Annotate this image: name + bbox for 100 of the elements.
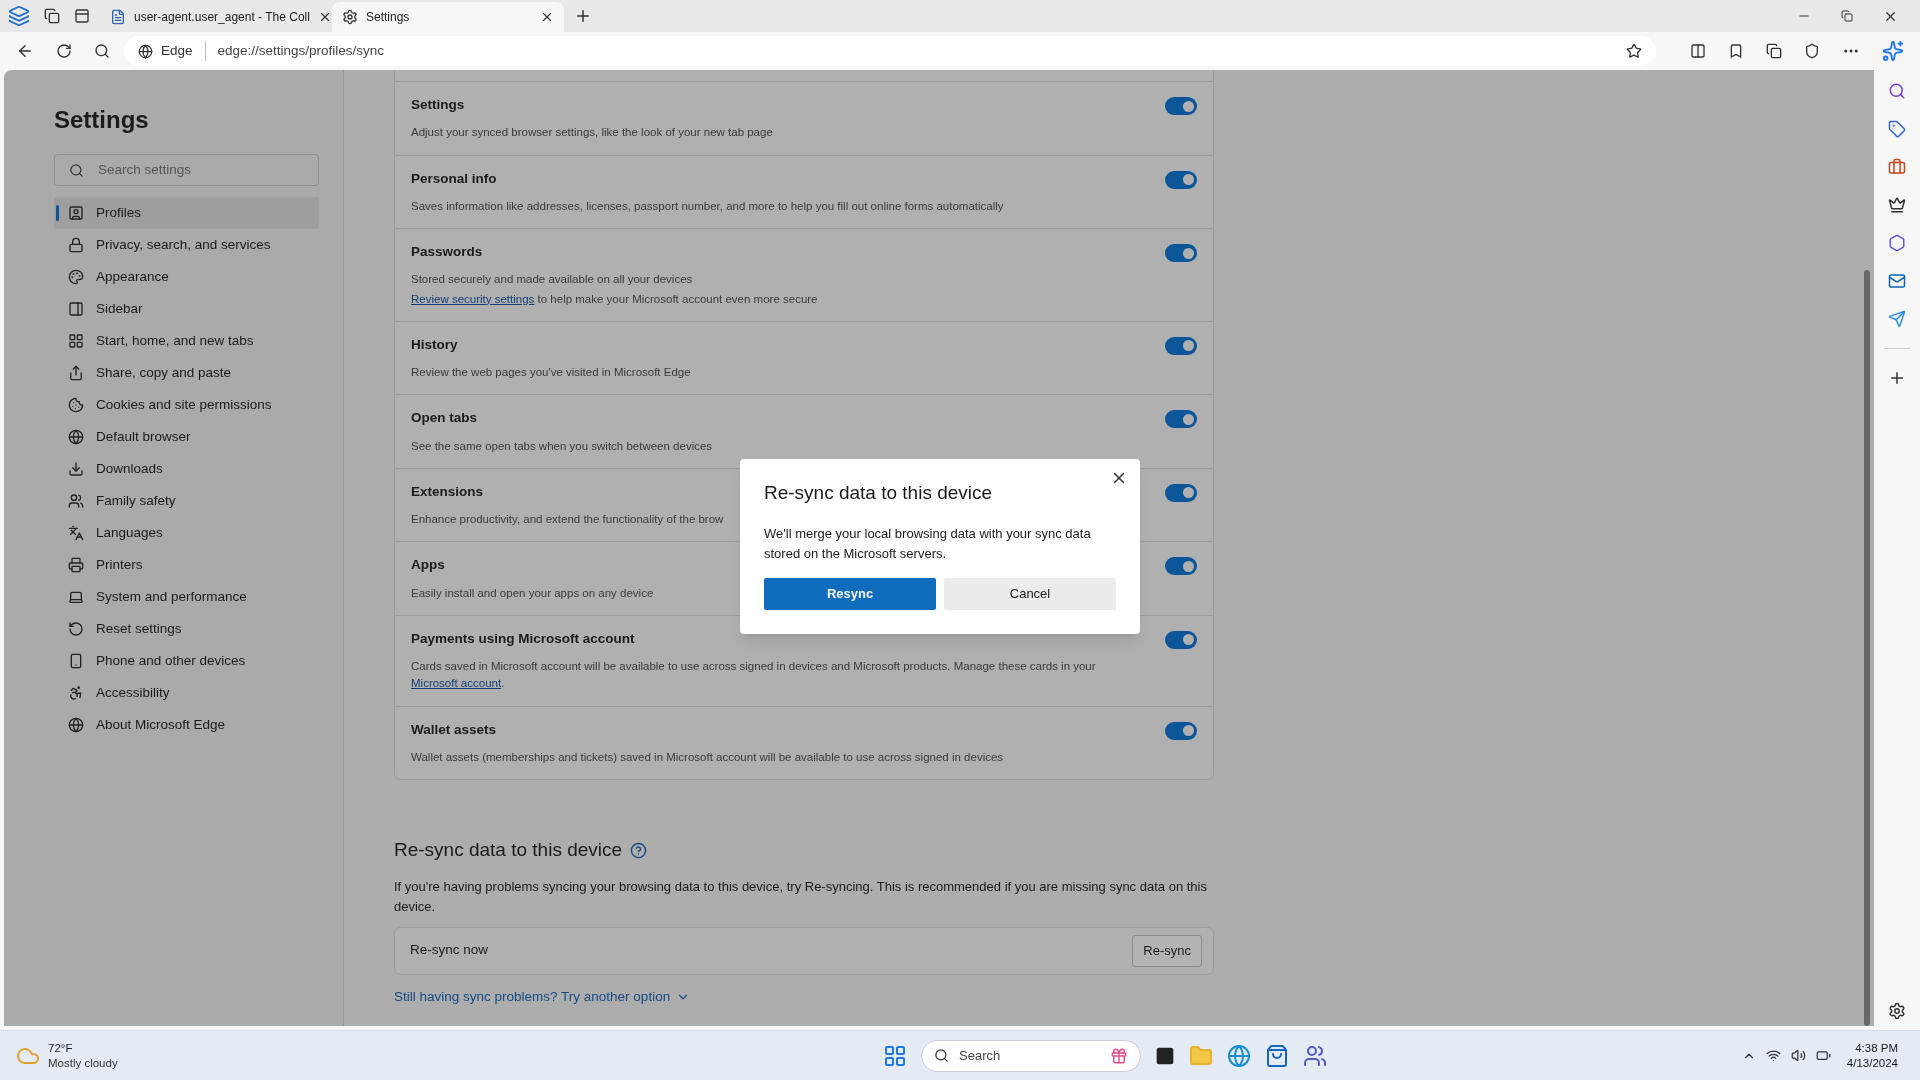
sync-item-description: Enhance productivity, and extend the functionality of the brow — [411, 512, 724, 527]
mail-icon[interactable] — [1888, 272, 1906, 290]
weather-condition: Mostly cloudy — [48, 1055, 118, 1071]
sync-item-title: Personal info — [411, 169, 497, 188]
sidebar-item[interactable]: Privacy, search, and services — [54, 229, 319, 261]
sidebar-item[interactable]: Cookies and site permissions — [54, 389, 319, 421]
hexagon-icon[interactable] — [1888, 234, 1906, 252]
sidebar-item[interactable]: About Microsoft Edge — [54, 709, 319, 741]
clock-time: 4:38 PM — [1855, 1040, 1898, 1056]
more-options-link[interactable]: Still having sync problems? Try another option — [394, 986, 671, 1007]
reset-icon — [68, 621, 84, 637]
toggle-switch[interactable] — [1165, 630, 1197, 649]
cancel-button[interactable]: Cancel — [944, 577, 1116, 610]
back-icon[interactable] — [16, 42, 34, 60]
section-text: If you're having problems syncing your browsing data to this device, try Re-syncing. This is recommended if you are missing sync data on this device. — [394, 877, 1208, 916]
sidebar-icon — [68, 301, 84, 317]
toggle-switch[interactable] — [1165, 170, 1197, 189]
toggle-switch[interactable] — [1165, 97, 1197, 115]
sidebar-item[interactable]: Accessibility — [54, 677, 319, 709]
sidebar-item[interactable]: Start, home, and new tabs — [54, 325, 319, 357]
palette-icon — [68, 269, 84, 285]
toggle-switch[interactable] — [1165, 336, 1197, 355]
windows-logo-icon[interactable] — [883, 1043, 907, 1068]
section-heading: Re-sync data to this device — [394, 838, 623, 862]
search-placeholder: Search — [959, 1046, 1002, 1065]
language-icon — [68, 525, 84, 541]
toggle-switch[interactable] — [1165, 721, 1197, 740]
tab-title: Settings — [366, 9, 411, 26]
sync-item-description: Cards saved in Microsoft account will be available to use across signed in devices and Microsoft products. Manage these cards in your Microsoft account. — [411, 659, 1097, 692]
sidebar-item[interactable]: Sidebar — [54, 293, 319, 325]
restore-icon[interactable] — [1841, 10, 1853, 22]
settings-icon[interactable] — [1888, 1002, 1906, 1020]
taskbar-search[interactable]: Search — [921, 1039, 1141, 1072]
gift-icon — [1110, 1046, 1128, 1065]
browser-tab[interactable]: user-agent.user_agent - The Coll — [100, 2, 332, 32]
sidebar-item[interactable]: Default browser — [54, 421, 319, 453]
add-icon[interactable] — [1888, 369, 1906, 387]
battery-icon[interactable] — [1815, 1048, 1831, 1063]
tab-title: user-agent.user_agent - The Coll — [134, 9, 310, 26]
toggle-switch[interactable] — [1165, 410, 1197, 429]
sync-item-description: Wallet assets (memberships and tickets) saved in Microsoft account will be available to use across signed in devices — [411, 749, 1004, 765]
sync-item-title: Payments using Microsoft account — [411, 629, 635, 648]
sidebar-item[interactable]: Reset settings — [54, 613, 319, 645]
sidebar-item[interactable]: Appearance — [54, 261, 319, 293]
search-icon[interactable] — [94, 43, 110, 59]
sidebar-title: Settings — [54, 105, 150, 135]
lock-icon — [68, 237, 84, 253]
help-icon[interactable] — [630, 841, 648, 859]
accessibility-icon — [68, 685, 84, 701]
sidebar-item[interactable]: Phone and other devices — [54, 645, 319, 677]
cookie-icon — [68, 397, 84, 413]
security-link[interactable]: Review security settings — [411, 292, 535, 305]
browser-icon[interactable] — [1227, 1043, 1251, 1068]
toggle-switch[interactable] — [1165, 483, 1197, 502]
sidebar-item[interactable]: Family safety — [54, 485, 319, 517]
sync-item-title: Settings — [411, 96, 465, 114]
briefcase-icon[interactable] — [1888, 158, 1906, 176]
sync-item-description: Saves information like addresses, licenses, passport number, and more to help you fill out online forms automatically — [411, 198, 1004, 214]
shield-icon[interactable] — [1804, 43, 1820, 59]
copilot-icon[interactable] — [1882, 40, 1904, 62]
sync-item-description: Stored securely and made available on all your devices — [411, 272, 693, 288]
sync-item-description: Review the web pages you've visited in Microsoft Edge — [411, 365, 691, 380]
toggle-switch[interactable] — [1165, 557, 1197, 576]
search-icon[interactable] — [1888, 82, 1906, 100]
resync-button[interactable]: Re-sync — [1132, 934, 1202, 967]
store-icon[interactable] — [1265, 1043, 1289, 1068]
sync-item-title: History — [411, 335, 458, 354]
paper-plane-icon[interactable] — [1888, 310, 1906, 328]
tag-icon[interactable] — [1888, 120, 1906, 138]
profile-icon — [68, 205, 84, 221]
favorites-icon[interactable] — [1728, 43, 1744, 59]
site-label: Edge — [161, 40, 206, 62]
dialog-title: Re-sync data to this device — [764, 481, 994, 505]
sidebar-item[interactable]: Downloads — [54, 453, 319, 485]
search-icon — [69, 162, 84, 178]
sidebar-item[interactable]: Printers — [54, 549, 319, 581]
new-tab-icon[interactable] — [574, 7, 592, 25]
share-icon — [68, 365, 84, 381]
phone-icon — [68, 653, 84, 669]
resync-button[interactable]: Resync — [764, 577, 936, 610]
close-icon[interactable] — [540, 10, 554, 24]
sync-item-title: Passwords — [411, 243, 483, 261]
browser-tab[interactable]: Settings — [332, 2, 564, 32]
sidebar-item[interactable]: Profiles — [54, 197, 319, 229]
volume-icon[interactable] — [1790, 1048, 1806, 1063]
family-icon — [68, 493, 84, 509]
sync-item-description: Adjust your synced browser settings, like the look of your new tab page — [411, 125, 773, 141]
sidebar-item[interactable]: Share, copy and paste — [54, 357, 319, 389]
dialog-text: We'll merge your local browsing data with your sync data stored on the Microsoft servers. — [764, 524, 1092, 563]
resync-label: Re-sync now — [410, 941, 489, 960]
favorite-star-icon[interactable] — [1626, 43, 1642, 59]
split-screen-icon[interactable] — [1690, 43, 1706, 59]
refresh-icon[interactable] — [56, 43, 72, 59]
address-bar[interactable]: Edge edge://settings/profiles/sync — [124, 36, 1656, 66]
sync-item-title: Apps — [411, 556, 445, 575]
sidebar-item[interactable]: System and performance — [54, 581, 319, 613]
wifi-icon[interactable] — [1765, 1048, 1781, 1063]
toggle-switch[interactable] — [1165, 244, 1197, 262]
sync-item-title: Open tabs — [411, 409, 477, 428]
sidebar-item[interactable]: Languages — [54, 517, 319, 549]
